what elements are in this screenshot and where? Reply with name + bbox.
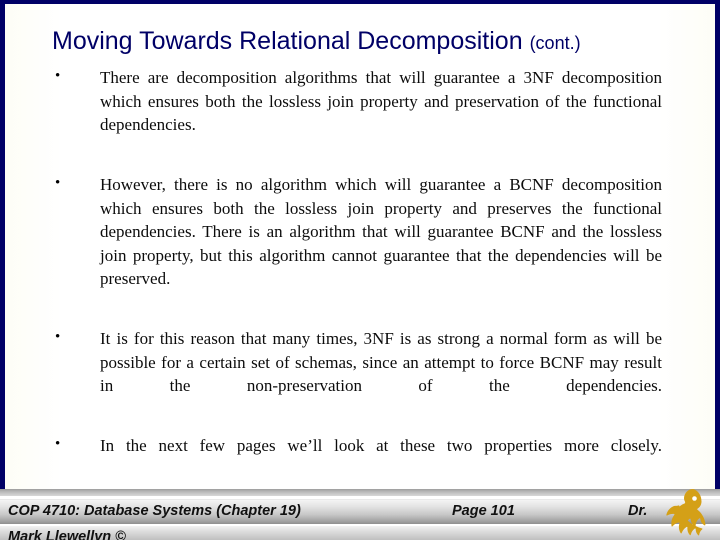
bullet-text: However, there is no algorithm which wil… (100, 175, 662, 288)
slide-body: • There are decomposition algorithms tha… (0, 66, 720, 494)
bullet-marker-icon: • (55, 329, 61, 345)
slide-canvas: Moving Towards Relational Decomposition … (0, 0, 720, 540)
slide-title-continuation: (cont.) (529, 33, 581, 53)
slide-border-top (0, 0, 720, 4)
bullet-item: • However, there is no algorithm which w… (0, 173, 720, 314)
bullet-marker-icon: • (55, 436, 61, 452)
bullet-marker-icon: • (55, 68, 61, 84)
footer-author-prefix: Dr. (628, 503, 648, 519)
bullet-item: • It is for this reason that many times,… (0, 327, 720, 421)
slide-footer: COP 4710: Database Systems (Chapter 19) … (0, 489, 720, 540)
footer-page-number: Page 101 (452, 503, 515, 519)
bullet-marker-icon: • (55, 175, 61, 191)
bullet-text: It is for this reason that many times, 3… (100, 329, 662, 395)
slide-title-main: Moving Towards Relational Decomposition (52, 27, 530, 55)
footer-top-rule (0, 489, 720, 496)
bullet-item: • In the next few pages we’ll look at th… (0, 434, 720, 481)
ucf-pegasus-logo (660, 486, 712, 540)
bullet-item: • There are decomposition algorithms tha… (0, 66, 720, 160)
bullet-text: In the next few pages we’ll look at thes… (100, 436, 662, 455)
footer-course-label: COP 4710: Database Systems (Chapter 19) (8, 503, 301, 519)
footer-author-name: Mark Llewellyn © (8, 529, 126, 540)
slide-title: Moving Towards Relational Decomposition … (52, 26, 672, 58)
bullet-text: There are decomposition algorithms that … (100, 68, 662, 134)
